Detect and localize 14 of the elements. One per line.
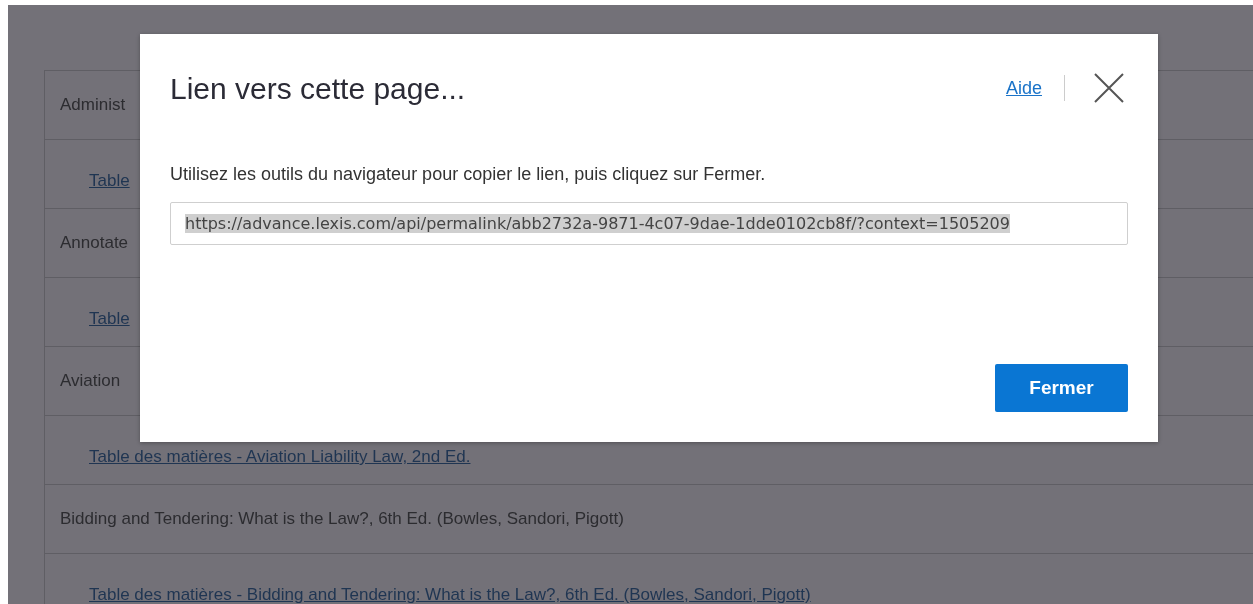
contents-link[interactable]: Table des matières - Bidding and Tendering: What is the Law?, 6th Ed. (Bowles, Sandori, Pigott) — [89, 585, 811, 604]
contents-link[interactable]: Table des matières - Aviation Liability Law, 2nd Ed. — [89, 447, 471, 467]
close-button[interactable]: Fermer — [995, 364, 1128, 412]
instruction-text: Utilisez les outils du navigateur pour copier le lien, puis cliquez sur Fermer. — [170, 164, 767, 185]
contents-link[interactable]: Table — [89, 309, 130, 329]
dialog-title: Lien vers cette page... — [170, 72, 467, 106]
list-heading: Bidding and Tendering: What is the Law?, 6th Ed. (Bowles, Sandori, Pigott) — [60, 509, 624, 529]
contents-link[interactable]: Table — [89, 171, 130, 191]
link-field[interactable]: https://advance.lexis.com/api/permalink/abb2732a-9871-4c07-9dae-1dde0102cb8f/?context=1505209 — [170, 202, 1128, 245]
list-heading: Annotate — [60, 233, 129, 253]
list-heading: Administ — [60, 95, 126, 115]
close-icon[interactable] — [1093, 72, 1125, 104]
list-heading: Aviation — [60, 371, 121, 391]
help-link[interactable]: Aide — [1005, 77, 1042, 99]
